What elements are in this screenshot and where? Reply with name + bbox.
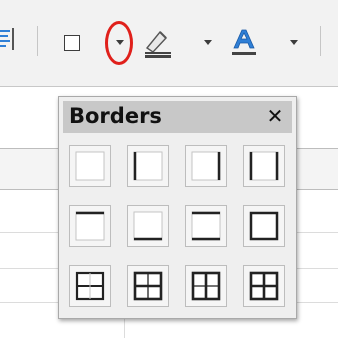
bottom-border-preset[interactable] bbox=[127, 205, 169, 247]
left-border-preset[interactable] bbox=[127, 145, 169, 187]
line-style-icon[interactable] bbox=[142, 28, 172, 58]
top-border-icon bbox=[75, 211, 105, 241]
borders-popup: Borders ✕ bbox=[58, 96, 297, 319]
top-border-preset[interactable] bbox=[69, 205, 111, 247]
outer-and-horizontal-icon bbox=[133, 271, 163, 301]
outer-and-vertical-icon bbox=[191, 271, 221, 301]
top-bottom-borders-preset[interactable] bbox=[185, 205, 227, 247]
borders-icon bbox=[64, 35, 80, 51]
font-color-dropdown-arrow-icon[interactable] bbox=[290, 40, 298, 45]
no-borders-preset[interactable] bbox=[69, 145, 111, 187]
all-borders-preset[interactable] bbox=[243, 265, 285, 307]
borders-button[interactable] bbox=[58, 29, 86, 57]
highlight-circle bbox=[105, 21, 133, 65]
all-borders-icon bbox=[249, 271, 279, 301]
left-right-borders-icon bbox=[249, 151, 279, 181]
horizontal-borders-icon bbox=[75, 271, 105, 301]
outer-horizontal-inner-preset[interactable] bbox=[69, 265, 111, 307]
toolbar-separator bbox=[37, 26, 38, 56]
border-presets-grid bbox=[69, 145, 285, 307]
outer-all-horizontal-preset[interactable] bbox=[127, 265, 169, 307]
left-right-borders-preset[interactable] bbox=[243, 145, 285, 187]
outer-border-preset[interactable] bbox=[243, 205, 285, 247]
paragraph-align-icon[interactable] bbox=[0, 27, 14, 51]
popup-title-bar[interactable]: Borders ✕ bbox=[63, 101, 292, 133]
toolbar-separator bbox=[320, 26, 321, 56]
right-border-preset[interactable] bbox=[185, 145, 227, 187]
right-border-icon bbox=[191, 151, 221, 181]
toolbar bbox=[0, 0, 338, 87]
outer-border-icon bbox=[249, 211, 279, 241]
top-bottom-borders-icon bbox=[191, 211, 221, 241]
popup-title: Borders bbox=[69, 104, 162, 128]
left-border-icon bbox=[133, 151, 163, 181]
bottom-border-icon bbox=[133, 211, 163, 241]
close-icon[interactable]: ✕ bbox=[264, 104, 286, 128]
line-style-dropdown-arrow-icon[interactable] bbox=[204, 40, 212, 45]
no-borders-icon bbox=[75, 151, 105, 181]
font-color-icon[interactable] bbox=[230, 28, 258, 58]
outer-vertical-inner-preset[interactable] bbox=[185, 265, 227, 307]
